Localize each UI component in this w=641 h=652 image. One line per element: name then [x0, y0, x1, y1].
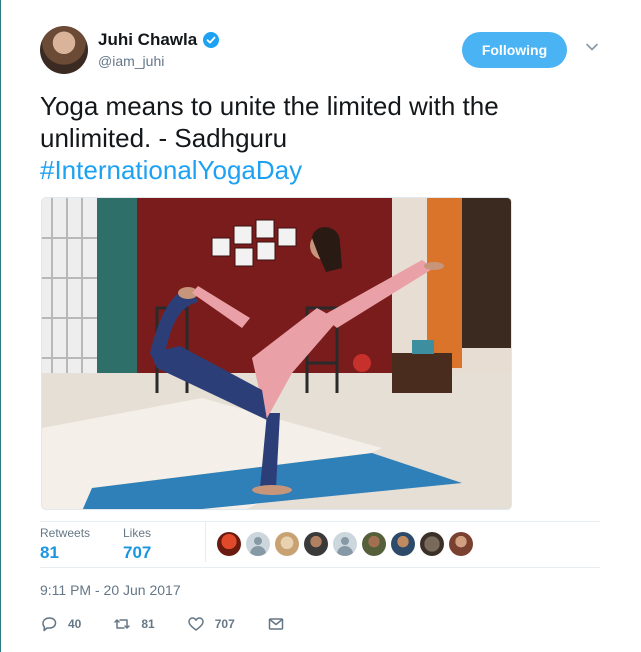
liker-avatar[interactable]: [246, 532, 270, 556]
retweet-count: 81: [141, 617, 155, 631]
tweet-body: Yoga means to unite the limited with the…: [40, 91, 499, 153]
like-action[interactable]: 707: [187, 615, 235, 633]
likes-value: 707: [123, 543, 152, 562]
user-handle[interactable]: @iam_juhi: [98, 53, 164, 69]
liker-avatar[interactable]: [275, 532, 299, 556]
name-row: Juhi Chawla: [98, 30, 220, 50]
tweet-photo[interactable]: [41, 197, 512, 510]
liker-avatar[interactable]: [362, 532, 386, 556]
liker-avatar[interactable]: [304, 532, 328, 556]
divider-middle: [40, 567, 600, 568]
heart-icon: [187, 617, 204, 631]
user-name[interactable]: Juhi Chawla: [98, 30, 197, 50]
tweet-header: Juhi Chawla @iam_juhi Following: [40, 26, 610, 78]
liker-avatar[interactable]: [333, 532, 357, 556]
retweet-icon: [114, 619, 131, 629]
hashtag-link[interactable]: #InternationalYogaDay: [40, 154, 610, 186]
verified-badge-icon: [203, 32, 220, 48]
liker-avatar[interactable]: [217, 532, 241, 556]
reply-action[interactable]: 40: [40, 615, 81, 633]
window-edge: [0, 0, 1, 652]
reply-icon: [42, 617, 57, 632]
tweet-actions: 40 81 707: [40, 612, 610, 636]
likes-label: Likes: [123, 526, 152, 540]
liker-avatar[interactable]: [420, 532, 444, 556]
envelope-icon: [268, 618, 283, 630]
liker-avatar[interactable]: [449, 532, 473, 556]
tweet-timestamp[interactable]: 9:11 PM - 20 Jun 2017: [40, 582, 181, 598]
like-count: 707: [214, 617, 235, 631]
retweets-value: 81: [40, 543, 59, 562]
liker-avatar[interactable]: [391, 532, 415, 556]
tweet-text: Yoga means to unite the limited with the…: [40, 90, 610, 186]
avatar[interactable]: [40, 26, 88, 74]
direct-message-action[interactable]: [267, 615, 285, 633]
following-button[interactable]: Following: [462, 32, 567, 68]
chevron-down-icon[interactable]: [585, 40, 599, 54]
retweets-label: Retweets: [40, 526, 91, 540]
liker-avatars: [217, 532, 473, 556]
reply-count: 40: [68, 617, 82, 631]
tweet-stats: Retweets 81 Likes 707: [40, 522, 610, 566]
retweets-stat[interactable]: Retweets 81: [40, 526, 90, 563]
retweet-action[interactable]: 81: [113, 615, 155, 633]
yoga-pose-photo: [42, 198, 511, 509]
stats-separator: [205, 522, 206, 562]
likes-stat[interactable]: Likes 707: [123, 526, 151, 563]
